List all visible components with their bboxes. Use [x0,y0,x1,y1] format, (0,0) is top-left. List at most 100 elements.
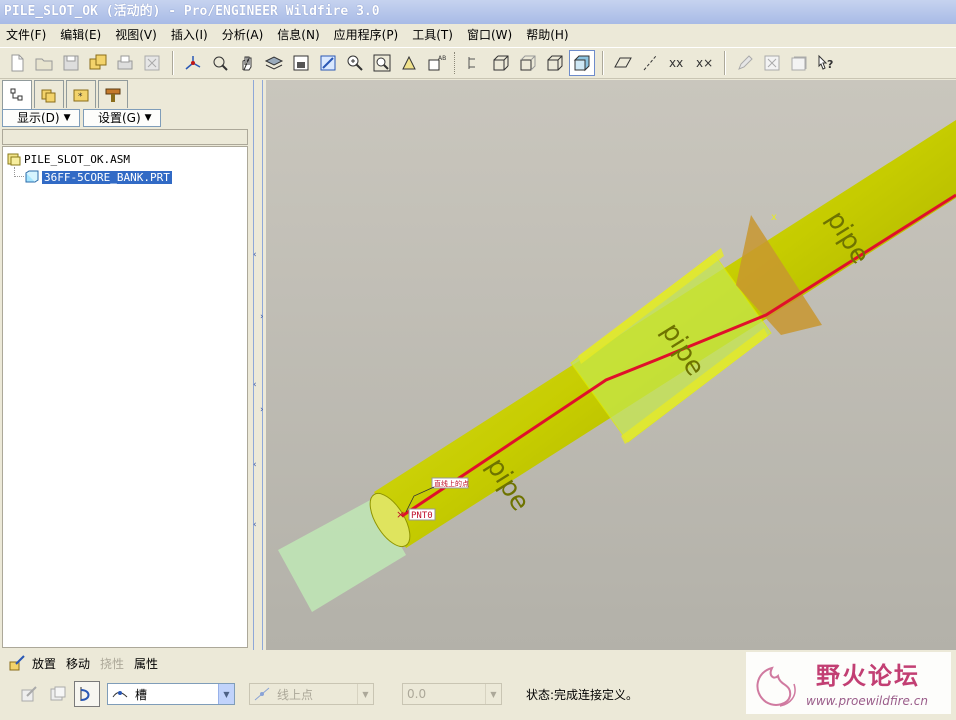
menu-analysis[interactable]: 分析(A) [218,25,268,45]
menu-applications[interactable]: 应用程序(P) [330,25,403,45]
separate-window-icon[interactable] [45,681,71,707]
model-view: pipe pipe pipe x 直线上的点 PNT0 × [278,120,956,612]
collapse-right-icon[interactable]: › [260,405,264,415]
repaint-icon[interactable] [315,50,341,76]
menu-file[interactable]: 文件(F) [2,25,50,45]
splitter-line [262,80,263,650]
csys-icon[interactable]: x× [691,50,717,76]
display-dropdown[interactable]: 显示(D) ▼ [2,109,80,127]
offset-value: 0.0 [407,687,427,701]
menu-insert[interactable]: 插入(I) [167,25,212,45]
wireframe-icon[interactable] [488,50,514,76]
panel-splitter[interactable]: ‹ › ‹ › ‹ ‹ [252,80,266,650]
toolbar-separator [724,51,726,75]
display-dropdown-label: 显示(D) [17,111,60,125]
open-file-icon[interactable] [31,50,57,76]
pan-hand-icon[interactable] [234,50,260,76]
folder-browser-icon [41,89,56,102]
regenerate-icon[interactable] [786,50,812,76]
main-toolbar: AB xx x× ? [0,47,956,79]
toolbar-separator [602,51,604,75]
model-tree-icon [10,88,23,101]
new-file-icon[interactable] [4,50,30,76]
splitter-line [253,80,254,650]
layers-icon[interactable] [261,50,287,76]
collapse-left-icon[interactable]: ‹ [253,250,257,260]
tab-flexibility[interactable]: 挠性 [100,655,124,672]
navigator-dropdowns: 显示(D) ▼ 设置(G) ▼ [2,109,164,127]
menu-tools[interactable]: 工具(T) [408,25,457,45]
orient-icon[interactable] [396,50,422,76]
connection-type-value: 槽 [135,687,148,702]
zoom-in-icon[interactable] [342,50,368,76]
menu-edit[interactable]: 编辑(E) [56,25,105,45]
constraint-type-select[interactable]: 线上点 ▼ [249,683,374,705]
no-hidden-icon[interactable] [542,50,568,76]
spin-center-icon[interactable] [207,50,233,76]
datum-axis-display-icon[interactable] [637,50,663,76]
hidden-line-icon[interactable] [515,50,541,76]
tab-placement[interactable]: 放置 [32,655,56,672]
model-tree: PILE_SLOT_OK.ASM 36FF-5CORE_BANK.PRT [2,146,248,648]
close-window-icon[interactable] [759,50,785,76]
saved-views-icon[interactable]: AB [423,50,449,76]
chevron-down-icon: ▼ [357,684,373,704]
graphics-viewport[interactable]: pipe pipe pipe x 直线上的点 PNT0 × [266,80,956,650]
constraint-edit-icon[interactable] [16,681,42,707]
view-manager-icon[interactable] [288,50,314,76]
assembly-icon [7,153,21,166]
menu-help[interactable]: 帮助(H) [522,25,572,45]
app-window: PILE_SLOT_OK (活动的) - Pro/ENGINEER Wildfi… [0,0,956,720]
part-icon [25,170,39,183]
collapse-left-icon[interactable]: ‹ [253,380,257,390]
tab-properties[interactable]: 属性 [134,655,158,672]
menu-window[interactable]: 窗口(W) [463,25,516,45]
favorites-tab[interactable]: * [66,80,96,108]
favorites-icon: * [73,89,89,102]
axis-marker: x [771,212,777,223]
menu-view[interactable]: 视图(V) [111,25,161,45]
datum-plane-icon[interactable] [610,50,636,76]
model-tree-tab[interactable] [2,80,32,109]
svg-text:?: ? [827,58,833,71]
annotation-label: 直线上的点 [434,479,469,488]
component-placement-icon [8,654,26,672]
connection-type-select[interactable]: 槽 ▼ [107,683,235,705]
point-label: PNT0 [411,511,433,521]
datum-point-icon[interactable]: xx [664,50,690,76]
save-copy-icon[interactable] [85,50,111,76]
status-text: 状态:完成连接定义。 [526,687,639,702]
tree-connector [14,167,24,177]
connection-mode-icon[interactable] [74,681,100,707]
connections-tab[interactable] [98,80,128,108]
erase-icon[interactable] [139,50,165,76]
chevron-down-icon: ▼ [63,113,71,123]
slot-connection-icon [111,685,129,703]
print-icon[interactable] [112,50,138,76]
datum-display-icon[interactable] [461,50,487,76]
menu-bar: 文件(F) 编辑(E) 视图(V) 插入(I) 分析(A) 信息(N) 应用程序… [0,24,956,46]
save-icon[interactable] [58,50,84,76]
watermark-url: www.proewildfire.cn [806,694,928,708]
constraint-type-value: 线上点 [277,687,314,702]
tree-item-label: 36FF-5CORE_BANK.PRT [42,170,172,184]
collapse-left-icon[interactable]: ‹ [253,460,257,470]
navigator-tabs: * [2,80,130,109]
edit-icon[interactable] [732,50,758,76]
tree-item-part[interactable]: 36FF-5CORE_BANK.PRT [25,169,172,185]
tree-item-assembly[interactable]: PILE_SLOT_OK.ASM [7,151,130,167]
connections-icon [105,88,121,102]
svg-text:xx: xx [669,56,683,70]
settings-dropdown[interactable]: 设置(G) ▼ [83,109,161,127]
zoom-window-icon[interactable] [369,50,395,76]
tab-move[interactable]: 移动 [66,655,90,672]
collapse-right-icon[interactable]: › [260,312,264,322]
toolbar-grip [454,52,457,74]
shading-icon[interactable] [569,50,595,76]
datum-axis-icon[interactable] [180,50,206,76]
menu-info[interactable]: 信息(N) [273,25,323,45]
collapse-left-icon[interactable]: ‹ [253,520,257,530]
layer-tree-tab[interactable] [34,80,64,108]
offset-value-select[interactable]: 0.0 ▼ [402,683,502,705]
whats-this-icon[interactable]: ? [813,50,839,76]
